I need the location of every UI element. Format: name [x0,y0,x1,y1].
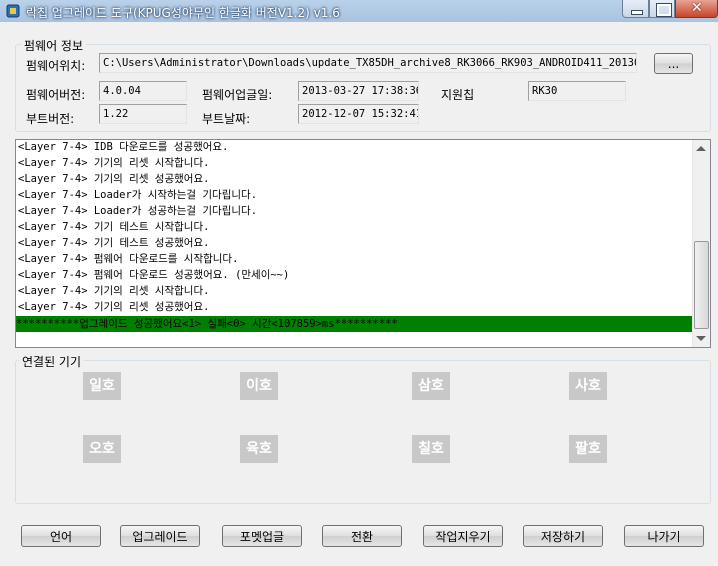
device-slot-5: 오호 [83,435,121,463]
format-upgrade-button[interactable]: 포멧업글 [222,525,302,547]
device-slot-6: 육호 [240,435,278,463]
log-line: <Layer 7-4> 기기의 리셋 성공했어요. [18,301,210,313]
device-slot-4: 사호 [569,372,607,400]
scroll-down-icon[interactable] [696,336,706,341]
close-icon: ✕ [691,0,703,16]
support-chip-field: RK30 [528,81,626,101]
boot-date-field: 2012-12-07 15:32:41 [298,104,419,124]
firmware-upload-date-field: 2013-03-27 17:38:36 [298,81,419,101]
switch-button[interactable]: 전환 [322,525,402,547]
firmware-location-field: C:\Users\Administrator\Downloads\update_… [99,53,637,73]
scroll-up-icon[interactable] [696,146,706,151]
title-bar[interactable]: 락칩 업그레이드 도구(KPUG성야무인 한글화 버전V1.2) v1.6 ✕ [0,0,718,22]
device-slot-8: 팔호 [569,435,607,463]
boot-date-label: 부트날짜: [202,112,251,126]
firmware-info-label: 펌웨어 정보 [21,37,87,54]
firmware-upload-date-label: 펌웨어업글일: [202,88,273,102]
minimize-button[interactable] [622,0,649,18]
log-line: <Layer 7-4> 기기의 리셋 성공했어요. [18,173,210,185]
language-button[interactable]: 언어 [21,525,101,547]
log-success-line: **********업그레이드 성공했어요<1> 실패<0> 시간<107859… [16,316,695,332]
log-line: <Layer 7-4> Loader가 성공하는걸 기다립니다. [18,205,258,217]
firmware-version-label: 펌웨어버전: [26,88,86,102]
device-slot-7: 칠호 [412,435,450,463]
log-line: <Layer 7-4> IDB 다운로드를 성공했어요. [18,141,229,153]
log-scrollbar[interactable] [692,140,710,347]
save-button[interactable]: 저장하기 [523,525,603,547]
device-slot-3: 삼호 [412,372,450,400]
app-window: 락칩 업그레이드 도구(KPUG성야무인 한글화 버전V1.2) v1.6 ✕ … [0,0,718,566]
maximize-button[interactable] [649,0,675,18]
log-line: <Layer 7-4> 기기의 리셋 시작합니다. [18,285,210,297]
log-line: <Layer 7-4> 펌웨어 다운로드를 시작합니다. [18,253,239,265]
firmware-location-label: 펌웨어위치: [26,59,86,73]
close-button[interactable]: ✕ [675,0,718,18]
boot-version-label: 부트버전: [26,112,75,126]
boot-version-field: 1.22 [99,104,187,124]
log-box[interactable]: <Layer 7-4> IDB 다운로드를 성공했어요. <Layer 7-4>… [15,139,711,348]
maximize-icon [657,4,671,16]
scroll-thumb[interactable] [694,241,709,329]
log-line: <Layer 7-4> 펌웨어 다운로드 성공했어요. (만세이~~) [18,269,290,281]
upgrade-button[interactable]: 업그레이드 [120,525,200,547]
clear-log-button[interactable]: 작업지우기 [423,525,503,547]
connected-devices-label: 연결된 기기 [19,353,85,370]
device-slot-2: 이호 [240,372,278,400]
app-icon [6,4,20,18]
browse-button[interactable]: ... [654,53,693,74]
device-slot-1: 일호 [83,372,121,400]
exit-button[interactable]: 나가기 [624,525,704,547]
log-line: <Layer 7-4> 기기 테스트 시작합니다. [18,221,210,233]
minimize-icon [631,10,643,15]
support-chip-label: 지원칩 [441,88,475,102]
window-title: 락칩 업그레이드 도구(KPUG성야무인 한글화 버전V1.2) v1.6 [26,6,340,20]
firmware-version-field: 4.0.04 [99,81,187,101]
log-line: <Layer 7-4> 기기 테스트 성공했어요. [18,237,210,249]
log-line: <Layer 7-4> Loader가 시작하는걸 기다립니다. [18,189,258,201]
log-line: <Layer 7-4> 기기의 리셋 시작합니다. [18,157,210,169]
